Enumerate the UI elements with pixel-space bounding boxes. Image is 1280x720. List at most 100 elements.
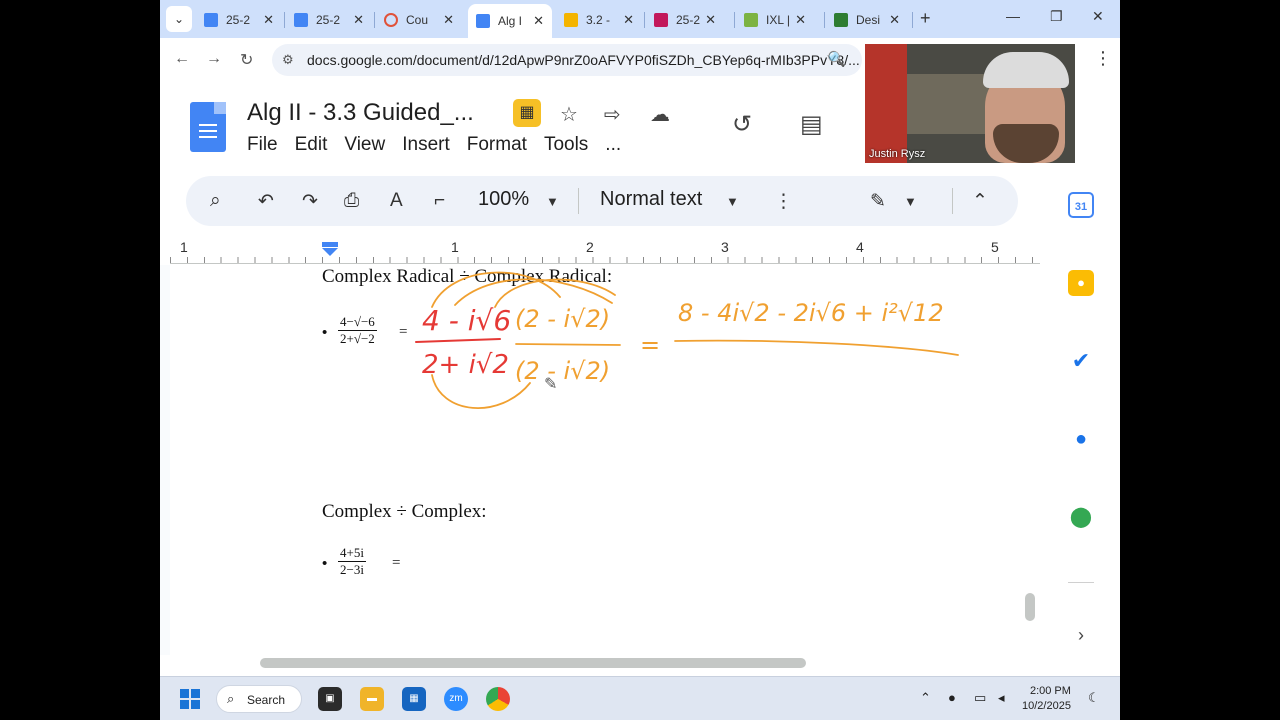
close-icon[interactable]: ✕: [795, 13, 806, 27]
windows-start-icon[interactable]: [180, 689, 200, 709]
chevron-up-icon[interactable]: ⌃: [972, 190, 988, 213]
menu-file[interactable]: File: [247, 134, 278, 156]
microphone-icon[interactable]: ●: [948, 690, 956, 705]
task-view-icon[interactable]: ▣: [318, 687, 342, 711]
style-select[interactable]: Normal text: [600, 188, 702, 211]
docs-icon: [204, 13, 218, 27]
tab-5[interactable]: 3.2 - ✕: [564, 6, 642, 34]
tray-overflow-icon[interactable]: ⌃: [920, 690, 931, 706]
menu-bar: File Edit View Insert Format Tools ...: [247, 134, 638, 156]
tab-divider: [734, 12, 735, 28]
menu-insert[interactable]: Insert: [402, 134, 450, 156]
zoom-select[interactable]: 100%: [478, 188, 529, 211]
ruler-number: 1: [451, 239, 459, 255]
move-folder-icon[interactable]: ⇨: [604, 102, 621, 127]
ruler[interactable]: 1 1 2 3 4 5: [170, 236, 1042, 264]
docs-logo-icon[interactable]: [190, 102, 226, 152]
section-heading-complex: Complex ÷ Complex:: [322, 501, 487, 522]
taskbar: ⌕ Search ▣ ▬ ▦ zm ⌃ ● ▭ ◂ 2:00 PM 10/2/2…: [160, 676, 1120, 720]
store-icon[interactable]: ▦: [402, 687, 426, 711]
close-icon[interactable]: ✕: [705, 13, 716, 27]
star-icon[interactable]: ☆: [560, 102, 578, 127]
tab-4-active[interactable]: Alg I ✕: [468, 4, 552, 38]
site-info-icon[interactable]: ⚙: [282, 52, 294, 68]
side-panel: 31 ● ✔ ● ⬤ ›: [1040, 170, 1120, 660]
zoom-icon[interactable]: 🔍: [827, 50, 846, 68]
tab-1[interactable]: 25-2 ✕: [204, 6, 282, 34]
network-icon[interactable]: ▭: [974, 690, 986, 706]
tab-3[interactable]: Cou ✕: [384, 6, 462, 34]
file-explorer-icon[interactable]: ▬: [360, 687, 384, 711]
browser-menu-icon[interactable]: ⋮: [1094, 48, 1112, 69]
fraction-denominator: 2−3i: [340, 562, 364, 577]
reload-button[interactable]: ↻: [240, 50, 253, 70]
cloud-status-icon[interactable]: ☁: [650, 102, 670, 127]
tab-divider: [284, 12, 285, 28]
redo-icon[interactable]: ↷: [302, 190, 318, 213]
close-icon[interactable]: ✕: [889, 13, 900, 27]
tab-8[interactable]: Desi ✕: [834, 6, 908, 34]
chrome-icon[interactable]: [486, 687, 510, 711]
minimize-button[interactable]: —: [1006, 8, 1020, 24]
print-icon[interactable]: ⎙: [344, 190, 359, 212]
tab-search-button[interactable]: ⌄: [166, 6, 192, 32]
search-icon[interactable]: ⌕: [210, 190, 221, 212]
document-canvas[interactable]: Complex Radical ÷ Complex Radical: • 4−√…: [160, 265, 1020, 655]
clock-time: 2:00 PM: [1029, 685, 1071, 697]
tab-label: Cou: [406, 13, 429, 27]
tab-label: IXL |: [766, 13, 791, 27]
system-clock[interactable]: 2:00 PM 10/2/2025: [1022, 684, 1071, 714]
close-window-button[interactable]: ✕: [1092, 8, 1104, 25]
back-button[interactable]: ←: [174, 50, 190, 68]
menu-tools[interactable]: Tools: [544, 134, 588, 156]
contacts-icon[interactable]: ●: [1068, 426, 1094, 452]
tasks-icon[interactable]: ✔: [1068, 348, 1094, 374]
chevron-down-icon[interactable]: ▼: [904, 194, 917, 209]
tab-6[interactable]: 25-2 ✕: [654, 6, 724, 34]
comments-icon[interactable]: ▤: [800, 110, 823, 139]
menu-more[interactable]: ...: [605, 134, 621, 156]
tab-7[interactable]: IXL | ✕: [744, 6, 814, 34]
close-icon[interactable]: ✕: [533, 14, 544, 28]
close-icon[interactable]: ✕: [263, 13, 274, 27]
video-call-overlay[interactable]: Justin Rysz: [865, 44, 1075, 163]
chevron-down-icon[interactable]: ▼: [546, 194, 559, 209]
tab-divider: [912, 12, 913, 28]
tab-2[interactable]: 25-2 ✕: [294, 6, 372, 34]
vertical-scrollbar[interactable]: [1025, 593, 1035, 621]
omnibox[interactable]: ⚙ docs.google.com/document/d/12dApwP9nrZ…: [272, 44, 862, 76]
close-icon[interactable]: ✕: [353, 13, 364, 27]
expand-panel-icon[interactable]: ›: [1068, 622, 1094, 648]
undo-icon[interactable]: ↶: [258, 190, 274, 213]
chevron-down-icon[interactable]: ▼: [726, 194, 739, 209]
hide-mode-icon[interactable]: ▦: [513, 99, 541, 127]
notifications-icon[interactable]: ☾: [1088, 690, 1100, 706]
spellcheck-icon[interactable]: A: [390, 190, 403, 212]
tab-label: Desi: [856, 13, 881, 27]
editing-toolbar: ⌕ ↶ ↷ ⎙ A ⌐ 100% ▼ Normal text ▼ ⋮ ✎ ▼ ⌃: [186, 176, 1018, 226]
document-title[interactable]: Alg II - 3.3 Guided_...: [247, 99, 474, 127]
version-history-icon[interactable]: ↺: [732, 110, 752, 139]
paint-format-icon[interactable]: ⌐: [434, 190, 445, 212]
horizontal-scrollbar[interactable]: [260, 658, 806, 668]
classroom-icon: [654, 13, 668, 27]
document-page[interactable]: Complex Radical ÷ Complex Radical: • 4−√…: [170, 265, 1020, 655]
new-tab-button[interactable]: +: [920, 8, 931, 29]
maps-icon[interactable]: ⬤: [1068, 504, 1094, 530]
close-icon[interactable]: ✕: [623, 13, 634, 27]
volume-icon[interactable]: ◂: [998, 690, 1005, 706]
tab-label: Alg I: [498, 14, 523, 28]
editing-mode-pencil-icon[interactable]: ✎: [870, 190, 886, 213]
menu-format[interactable]: Format: [467, 134, 527, 156]
menu-view[interactable]: View: [344, 134, 385, 156]
zoom-app-icon[interactable]: zm: [444, 687, 468, 711]
restore-button[interactable]: ❐: [1050, 8, 1063, 25]
indent-marker-icon[interactable]: [322, 242, 338, 256]
forward-button[interactable]: →: [206, 50, 222, 68]
keep-icon[interactable]: ●: [1068, 270, 1094, 296]
menu-edit[interactable]: Edit: [295, 134, 328, 156]
more-options-icon[interactable]: ⋮: [774, 190, 793, 213]
close-icon[interactable]: ✕: [443, 13, 454, 27]
taskbar-search[interactable]: ⌕ Search: [216, 685, 302, 713]
calendar-icon[interactable]: 31: [1068, 192, 1094, 218]
